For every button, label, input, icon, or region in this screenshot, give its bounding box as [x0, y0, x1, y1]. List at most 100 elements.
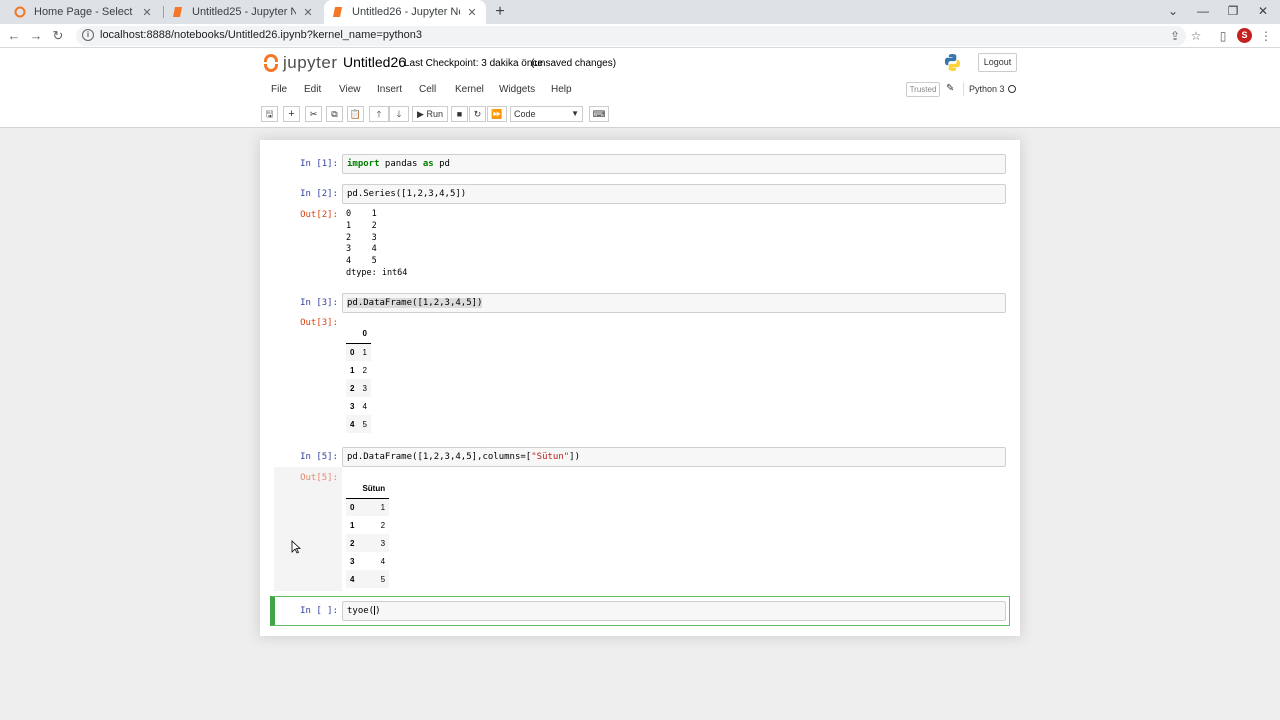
index-header: [346, 325, 359, 344]
window-close-icon[interactable]: ✕: [1248, 0, 1278, 24]
output-prompt[interactable]: Out[5]:: [276, 473, 338, 483]
table-row: 12: [346, 361, 371, 379]
restart-kernel-icon[interactable]: ↻: [469, 106, 486, 122]
row-index: 2: [350, 538, 355, 548]
table-row: 45: [346, 415, 371, 433]
autosave-status: (unsaved changes): [531, 58, 617, 69]
browser-address-bar: ← → ↻ i localhost:8888/notebooks/Untitle…: [0, 24, 1280, 48]
input-prompt: In [2]:: [300, 189, 338, 199]
url-text[interactable]: localhost:8888/notebooks/Untitled26.ipyn…: [100, 29, 422, 41]
notebook-name[interactable]: Untitled26: [343, 54, 406, 70]
cell-value: 5: [362, 419, 367, 429]
code-cell-input[interactable]: pd.DataFrame([1,2,3,4,5],columns=["Sütun…: [342, 447, 1006, 467]
browser-tab-bar: Home Page - Select or create a n ✕ Untit…: [0, 0, 1280, 24]
jupyter-logo[interactable]: jupyter: [263, 53, 338, 73]
menu-help[interactable]: Help: [551, 84, 572, 95]
menu-edit[interactable]: Edit: [304, 84, 321, 95]
code-text-part: ]): [569, 452, 581, 462]
move-cell-down-icon[interactable]: 🡓: [389, 106, 409, 122]
kernel-name[interactable]: Python 3: [969, 84, 1005, 94]
code-cell-input[interactable]: pd.DataFrame([1,2,3,4,5]): [342, 293, 1006, 313]
reload-icon[interactable]: ↻: [48, 26, 68, 46]
input-prompt: In [5]:: [300, 452, 338, 462]
side-panel-icon[interactable]: ▯: [1214, 26, 1232, 46]
jupyter-favicon-icon: [14, 6, 26, 18]
menu-kernel[interactable]: Kernel: [455, 84, 484, 95]
share-icon[interactable]: ⇪: [1166, 26, 1184, 46]
cell-value: 1: [362, 347, 367, 357]
menu-cell[interactable]: Cell: [419, 84, 436, 95]
insert-cell-below-button[interactable]: +: [283, 106, 300, 122]
back-arrow-icon[interactable]: ←: [4, 26, 24, 46]
cut-icon[interactable]: ✂: [305, 106, 322, 122]
code-cell-editor[interactable]: tyoe(): [342, 601, 1006, 621]
mouse-pointer-icon: [291, 540, 301, 554]
close-icon[interactable]: ✕: [302, 6, 314, 19]
bookmark-star-icon[interactable]: ☆: [1187, 26, 1205, 46]
interrupt-kernel-icon[interactable]: ■: [451, 106, 468, 122]
menu-file[interactable]: File: [271, 84, 287, 95]
tab-search-chevron-icon[interactable]: ⌄: [1158, 0, 1188, 24]
browser-tab-label: Untitled26 - Jupyter Notebook: [352, 6, 460, 18]
new-tab-button[interactable]: +: [490, 2, 510, 22]
cell-value: 5: [380, 574, 386, 584]
browser-menu-icon[interactable]: ⋮: [1257, 26, 1275, 46]
table-row: 23: [346, 534, 390, 552]
row-index: 1: [350, 520, 355, 530]
code-text-part: pd.DataFrame([1,2,3,4,5],columns=[: [347, 452, 532, 462]
restore-icon[interactable]: ❐: [1218, 0, 1248, 24]
copy-icon[interactable]: ⧉: [326, 106, 343, 122]
logout-button[interactable]: Logout: [978, 53, 1017, 72]
row-index: 0: [350, 347, 355, 357]
output-prompt-area-hover[interactable]: [274, 467, 342, 591]
site-info-icon[interactable]: i: [82, 29, 94, 41]
edit-pencil-icon[interactable]: ✎: [946, 83, 954, 94]
menu-widgets[interactable]: Widgets: [499, 84, 535, 95]
profile-avatar[interactable]: S: [1237, 28, 1252, 43]
forward-arrow-icon[interactable]: →: [26, 26, 46, 46]
row-index: 0: [350, 502, 355, 512]
row-index: 3: [350, 401, 355, 411]
index-header: [346, 480, 359, 499]
table-row: 23: [346, 379, 371, 397]
browser-tab-home[interactable]: Home Page - Select or create a n ✕: [6, 0, 161, 24]
dataframe-output: 0 01 12 23 34 45: [346, 325, 371, 433]
code-text[interactable]: import pandas as pd: [347, 159, 450, 169]
table-row: 34: [346, 397, 371, 415]
close-icon[interactable]: ✕: [466, 6, 478, 19]
table-header-row: 0: [346, 325, 371, 344]
code-cell-input[interactable]: import pandas as pd: [342, 154, 1006, 174]
browser-tab-untitled26[interactable]: Untitled26 - Jupyter Notebook ✕: [324, 0, 486, 24]
cell-value: 2: [380, 520, 386, 530]
code-text[interactable]: pd.Series([1,2,3,4,5]): [347, 189, 466, 199]
move-cell-up-icon[interactable]: 🡑: [369, 106, 389, 122]
code-text[interactable]: tyoe(): [347, 606, 381, 616]
browser-tab-untitled25[interactable]: Untitled25 - Jupyter Notebook ✕: [164, 0, 322, 24]
menu-insert[interactable]: Insert: [377, 84, 402, 95]
jupyter-logo-icon: [263, 53, 279, 73]
code-text-selected[interactable]: pd.DataFrame([1,2,3,4,5]): [347, 298, 483, 308]
menu-view[interactable]: View: [339, 84, 361, 95]
restart-run-all-icon[interactable]: ⏩: [487, 106, 507, 122]
jupyter-logo-text: jupyter: [283, 53, 338, 72]
cell-value: 2: [362, 365, 367, 375]
output-prompt: Out[2]:: [300, 210, 338, 220]
code-text-part: tyoe(: [347, 606, 375, 616]
paste-icon[interactable]: 📋: [347, 106, 364, 122]
url-omnibox[interactable]: i localhost:8888/notebooks/Untitled26.ip…: [76, 26, 1186, 46]
cell-type-select[interactable]: Code ▼: [510, 106, 583, 122]
browser-tab-label: Untitled25 - Jupyter Notebook: [192, 6, 296, 18]
run-play-icon: ▶: [417, 109, 424, 119]
column-header: Sütun: [358, 480, 390, 499]
minimize-icon[interactable]: —: [1188, 0, 1218, 24]
code-text[interactable]: pd.DataFrame([1,2,3,4,5],columns=["Sütun…: [347, 452, 580, 462]
save-icon[interactable]: 🖫: [261, 106, 278, 122]
code-cell-input[interactable]: pd.Series([1,2,3,4,5]): [342, 184, 1006, 204]
table-row: 01: [346, 343, 371, 361]
command-palette-keyboard-icon[interactable]: ⌨: [589, 106, 609, 122]
close-icon[interactable]: ✕: [141, 6, 153, 19]
run-button[interactable]: ▶ Run: [412, 106, 448, 122]
trusted-badge[interactable]: Trusted: [906, 82, 940, 97]
cell-value: 1: [380, 502, 386, 512]
python-logo-icon: [944, 53, 961, 72]
